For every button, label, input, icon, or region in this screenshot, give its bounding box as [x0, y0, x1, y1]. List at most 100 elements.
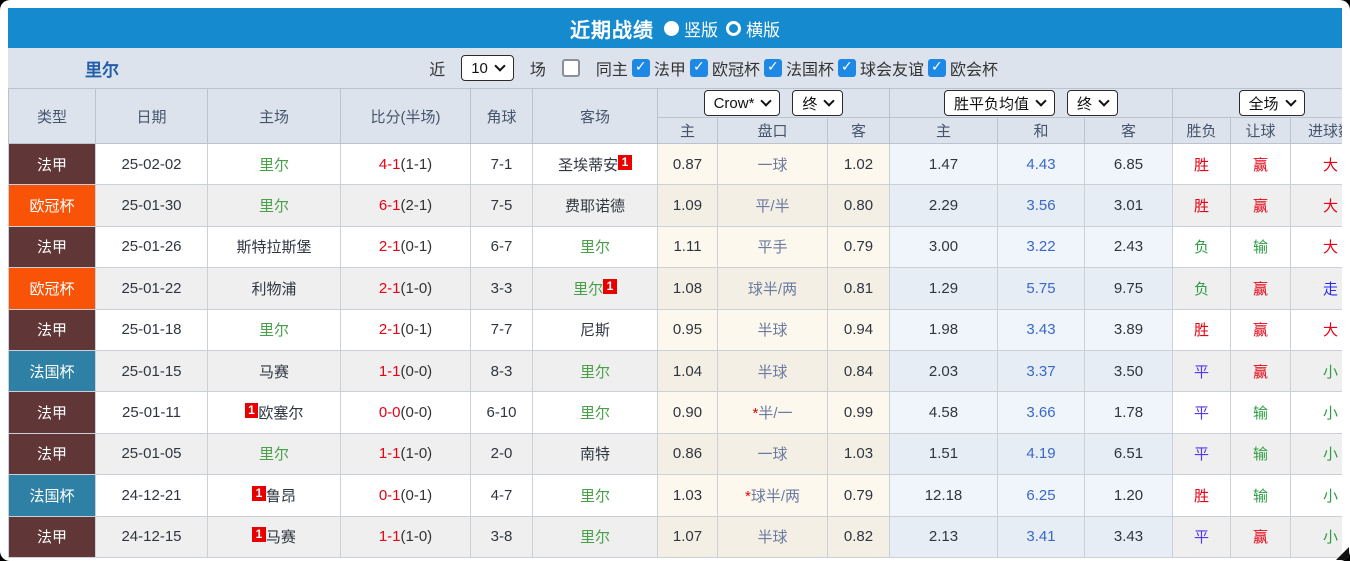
cell-home-team: 1 鲁昂 [207, 474, 341, 517]
cell-goals: 小 [1289, 349, 1342, 393]
cell-odds-away: 0.99 [827, 391, 890, 434]
checkbox-uecl[interactable] [927, 58, 946, 77]
checkbox-club-friendly[interactable] [837, 58, 856, 77]
cell-result: 平 [1172, 432, 1231, 476]
odds-time-select[interactable]: 终 [792, 90, 844, 116]
cell-league: 法甲 [8, 391, 96, 434]
cell-away-team: 里尔 [532, 391, 658, 434]
cell-away-team: 圣埃蒂安 1 [532, 142, 658, 186]
cell-away-team: 南特 [532, 432, 658, 476]
cell-corners: 7-1 [470, 142, 533, 186]
cell-handicap-line: 半球 [717, 308, 828, 351]
cell-handicap-result: 赢 [1230, 184, 1291, 227]
cell-result: 平 [1172, 515, 1231, 558]
cell-handicap-line: *球半/两 [717, 474, 828, 517]
avg-time-value: 终 [1077, 95, 1093, 113]
sub-header-avg-away: 客 [1084, 117, 1173, 144]
col-header-date: 日期 [95, 88, 208, 144]
cell-avg-draw: 3.56 [997, 184, 1085, 227]
cell-avg-home: 12.18 [889, 474, 998, 517]
cell-goals: 小 [1289, 474, 1342, 517]
team-name-text: 马赛 [265, 529, 296, 547]
cell-avg-draw: 3.43 [997, 308, 1085, 351]
results-body: 法甲 25-02-02 里尔 4-1(1-1) 7-1 圣埃蒂安 1 0.87 一球 1.02 1.… [8, 142, 1342, 558]
cell-date: 25-01-22 [95, 267, 208, 310]
team-name-text: 里尔 [258, 446, 289, 464]
cell-odds-away: 1.03 [827, 432, 890, 476]
cell-score: 1-1(1-0) [340, 432, 471, 476]
view-mode-vertical[interactable]: 竖版 [664, 16, 718, 41]
cell-result: 胜 [1172, 308, 1231, 351]
cell-score: 2-1(0-1) [340, 308, 471, 351]
checkbox-coupe-de-france[interactable] [763, 58, 782, 77]
fulltime-score: 1-1 [378, 528, 401, 546]
cell-odds-away: 0.80 [827, 184, 890, 227]
cell-league: 法甲 [8, 308, 96, 351]
team-name: 里尔 [85, 60, 119, 80]
cell-handicap-result: 赢 [1230, 142, 1291, 186]
table-row: 法甲 25-01-18 里尔 2-1(0-1) 7-7 尼斯 0.95 半球 0.94 1.98 3… [8, 308, 1342, 351]
cell-avg-home: 4.58 [889, 391, 998, 434]
avg-type-select[interactable]: 胜平负均值 [943, 90, 1055, 116]
red-card-badge: 1 [252, 485, 266, 501]
chevron-down-icon [1284, 95, 1297, 107]
checkbox-ligue1[interactable] [631, 58, 650, 77]
cell-corners: 3-3 [470, 267, 533, 310]
team-name-text: 利物浦 [251, 280, 297, 298]
halftime-score: (0-1) [400, 321, 433, 339]
team-name-text: 马赛 [258, 363, 289, 381]
view-mode-horizontal-label: 横版 [746, 20, 780, 40]
recent-count-value: 10 [471, 59, 488, 77]
cell-avg-draw: 5.75 [997, 267, 1085, 310]
odds-company-select[interactable]: Crow* [703, 90, 781, 116]
coupe-de-france-label: 法国杯 [785, 62, 834, 79]
cell-score: 2-1(0-1) [340, 225, 471, 269]
fulltime-score: 2-1 [378, 238, 401, 256]
halftime-score: (0-0) [400, 404, 433, 422]
cell-score: 1-1(1-0) [340, 515, 471, 558]
cell-avg-draw: 4.19 [997, 432, 1085, 476]
results-table-wrap: 类型 日期 主场 比分(半场) 角球 客场 Crow* 终 胜平负均值 终 全场… [8, 88, 1342, 558]
cell-league: 法国杯 [8, 349, 96, 393]
scope-select[interactable]: 全场 [1238, 90, 1305, 116]
cell-avg-away: 2.43 [1084, 225, 1173, 269]
cell-home-team: 里尔 [207, 308, 341, 351]
red-card-badge: 1 [252, 527, 266, 543]
cell-league: 法甲 [8, 142, 96, 186]
cell-odds-home: 0.86 [657, 432, 718, 476]
checkbox-ucl[interactable] [689, 58, 708, 77]
cell-avg-away: 3.89 [1084, 308, 1173, 351]
cell-away-team: 里尔 [532, 515, 658, 558]
cell-corners: 4-7 [470, 474, 533, 517]
games-suffix-label: 场 [529, 62, 546, 79]
resize-corner[interactable] [1336, 547, 1349, 560]
recent-count-select[interactable]: 10 [461, 55, 514, 81]
red-card-badge: 1 [618, 154, 632, 170]
halftime-score: (1-0) [400, 528, 433, 546]
cell-odds-away: 0.79 [827, 474, 890, 517]
cell-odds-home: 1.04 [657, 349, 718, 393]
cell-avg-away: 6.51 [1084, 432, 1173, 476]
cell-goals: 大 [1289, 225, 1342, 269]
cell-handicap-result: 输 [1230, 391, 1291, 434]
table-row: 法甲 25-02-02 里尔 4-1(1-1) 7-1 圣埃蒂安 1 0.87 一球 1.02 1.… [8, 142, 1342, 186]
col-header-away: 客场 [532, 88, 658, 144]
red-card-badge: 1 [603, 278, 617, 294]
team-name-text: 里尔 [579, 405, 610, 423]
cell-goals: 走 [1289, 267, 1342, 310]
chevron-down-icon [1035, 95, 1047, 107]
table-row: 欧冠杯 25-01-30 里尔 6-1(2-1) 7-5 费耶诺德 1.09 平/半 0.80 2… [8, 184, 1342, 227]
cell-home-team: 1 欧塞尔 [207, 391, 341, 434]
team-name-text: 里尔 [258, 156, 289, 174]
fulltime-score: 4-1 [378, 155, 401, 173]
avg-time-select[interactable]: 终 [1067, 90, 1119, 116]
radio-unselected-icon[interactable] [726, 20, 741, 36]
chevron-down-icon [494, 60, 506, 72]
cell-away-team: 里尔 1 [532, 267, 658, 310]
same-home-checkbox[interactable] [561, 59, 580, 77]
radio-selected-icon[interactable] [664, 20, 679, 36]
cell-avg-draw: 6.25 [997, 474, 1085, 517]
cell-league: 法甲 [8, 515, 96, 558]
view-mode-horizontal[interactable]: 横版 [726, 16, 780, 41]
cell-league: 法国杯 [8, 474, 96, 517]
